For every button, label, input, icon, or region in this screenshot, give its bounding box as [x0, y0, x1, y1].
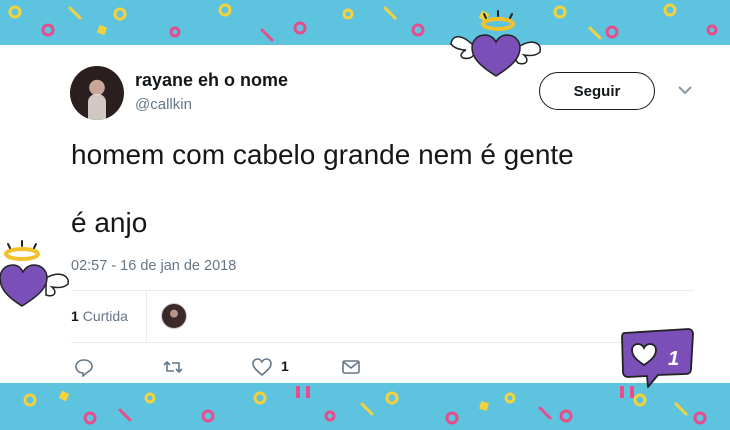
reply-button[interactable] [74, 357, 94, 377]
retweet-button[interactable] [162, 357, 184, 377]
reply-icon [75, 359, 93, 377]
tweet-text-line2: é anjo [71, 207, 148, 238]
notification-count: 1 [668, 348, 679, 370]
like-button[interactable] [251, 357, 273, 377]
author-name[interactable]: rayane eh o nome [135, 70, 288, 91]
like-notification-icon: 1 [621, 328, 694, 388]
liker-avatar[interactable] [161, 303, 187, 329]
vertical-divider [146, 290, 147, 342]
follow-button[interactable]: Seguir [539, 72, 655, 110]
likes-count: 1 [71, 308, 79, 324]
like-action-count: 1 [281, 358, 289, 374]
tweet-text-line1: homem com cabelo grande nem é gente [71, 139, 574, 170]
avatar[interactable] [70, 66, 124, 120]
divider [71, 342, 694, 343]
divider [71, 290, 694, 291]
direct-message-button[interactable] [341, 357, 361, 377]
retweet-icon [163, 361, 183, 373]
chevron-down-icon[interactable] [676, 83, 694, 97]
likes-label: Curtida [82, 308, 128, 324]
direct-message-icon [342, 360, 360, 374]
heart-icon [252, 358, 272, 377]
angel-heart-icon [450, 10, 542, 77]
angel-heart-icon [0, 240, 69, 307]
author-handle[interactable]: @callkin [135, 96, 192, 113]
likes-summary[interactable]: 1 Curtida [71, 308, 128, 324]
tweet-timestamp[interactable]: 02:57 - 16 de jan de 2018 [71, 258, 236, 274]
